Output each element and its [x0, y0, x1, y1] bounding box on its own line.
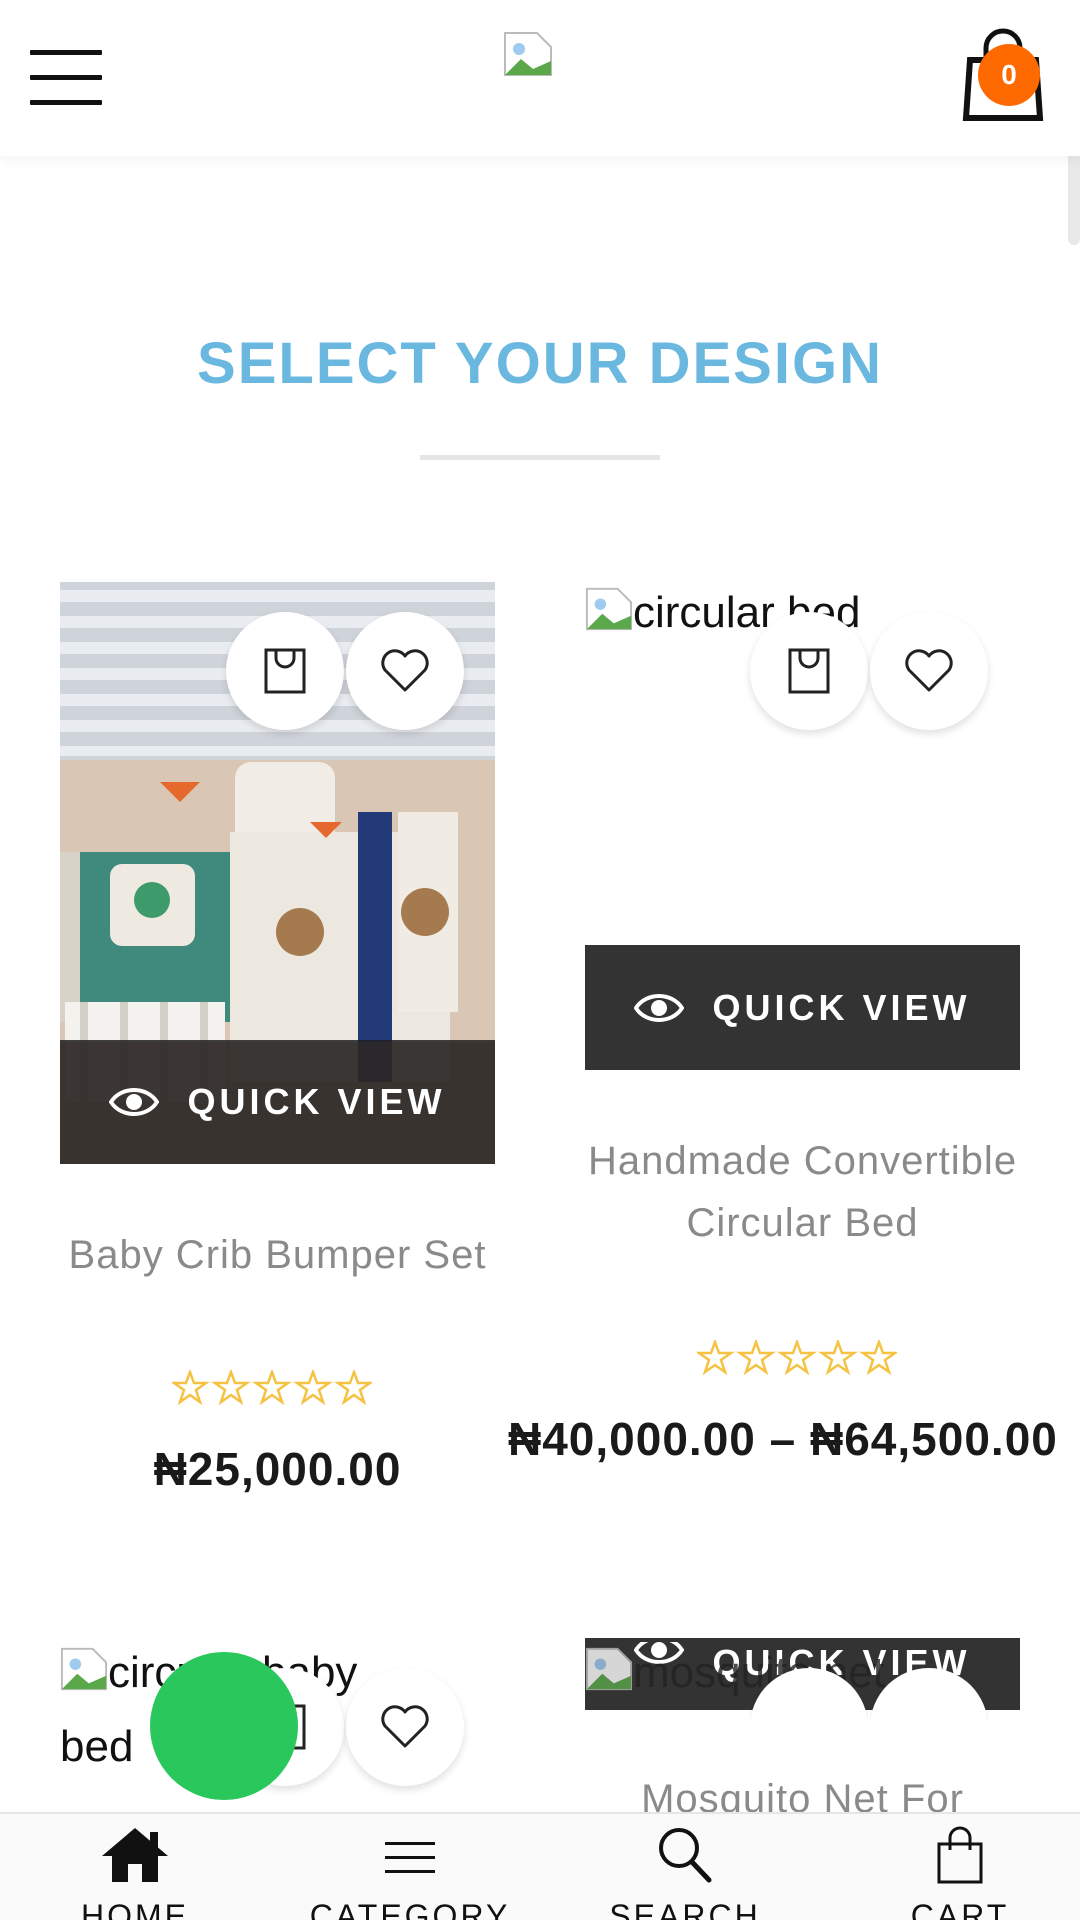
- search-icon: [659, 1828, 712, 1883]
- nav-label: HOME: [81, 1898, 189, 1920]
- quick-view-button[interactable]: QUICK VIEW: [60, 1040, 495, 1164]
- add-to-cart-button[interactable]: [750, 612, 868, 730]
- chat-floating-button[interactable]: [150, 1652, 298, 1800]
- heart-icon: [381, 1705, 429, 1748]
- nav-label: SEARCH: [609, 1898, 761, 1920]
- rating-stars: [697, 1340, 897, 1376]
- section-title: SELECT YOUR DESIGN: [197, 331, 883, 396]
- wishlist-button[interactable]: [346, 612, 464, 730]
- add-to-cart-button[interactable]: [226, 612, 344, 730]
- nav-label: CART: [910, 1898, 1010, 1920]
- rating-stars: [172, 1370, 372, 1406]
- nav-label: CATEGORY: [309, 1898, 511, 1920]
- quick-view-label: QUICK VIEW: [712, 986, 971, 1028]
- nav-category[interactable]: CATEGORY: [275, 1814, 545, 1920]
- site-header: 0: [0, 0, 1080, 156]
- product-name[interactable]: Baby Crib Bumper Set: [60, 1224, 495, 1286]
- product-price: ₦40,000.00 – ₦64,500.00: [508, 1413, 1058, 1465]
- shopping-bag-icon: [788, 648, 830, 694]
- wishlist-button[interactable]: [346, 1668, 464, 1786]
- quick-view-button[interactable]: QUICK VIEW: [585, 945, 1020, 1070]
- menu-icon: [385, 1842, 435, 1873]
- header-cart-button[interactable]: 0: [960, 26, 1046, 122]
- quick-view-label: QUICK VIEW: [187, 1081, 446, 1122]
- bag-icon: [937, 1826, 983, 1884]
- heart-icon: [381, 649, 429, 692]
- bottom-navigation: HOME CATEGORY SEARCH CART: [0, 1812, 1080, 1920]
- site-logo[interactable]: [503, 31, 553, 77]
- nav-search[interactable]: SEARCH: [550, 1814, 820, 1920]
- nav-cart[interactable]: CART: [825, 1814, 1080, 1920]
- nav-home[interactable]: HOME: [0, 1814, 270, 1920]
- eye-icon: [109, 1088, 160, 1116]
- eye-icon: [634, 993, 685, 1022]
- shopping-bag-icon: [264, 648, 306, 694]
- home-icon: [102, 1828, 168, 1882]
- cart-count-badge: 0: [978, 44, 1040, 106]
- heart-icon: [905, 649, 953, 692]
- section-divider: [420, 455, 660, 460]
- menu-icon[interactable]: [30, 50, 102, 106]
- product-name[interactable]: Handmade Convertible Circular Bed: [585, 1130, 1020, 1254]
- wishlist-button[interactable]: [870, 612, 988, 730]
- product-price: ₦25,000.00: [153, 1443, 402, 1495]
